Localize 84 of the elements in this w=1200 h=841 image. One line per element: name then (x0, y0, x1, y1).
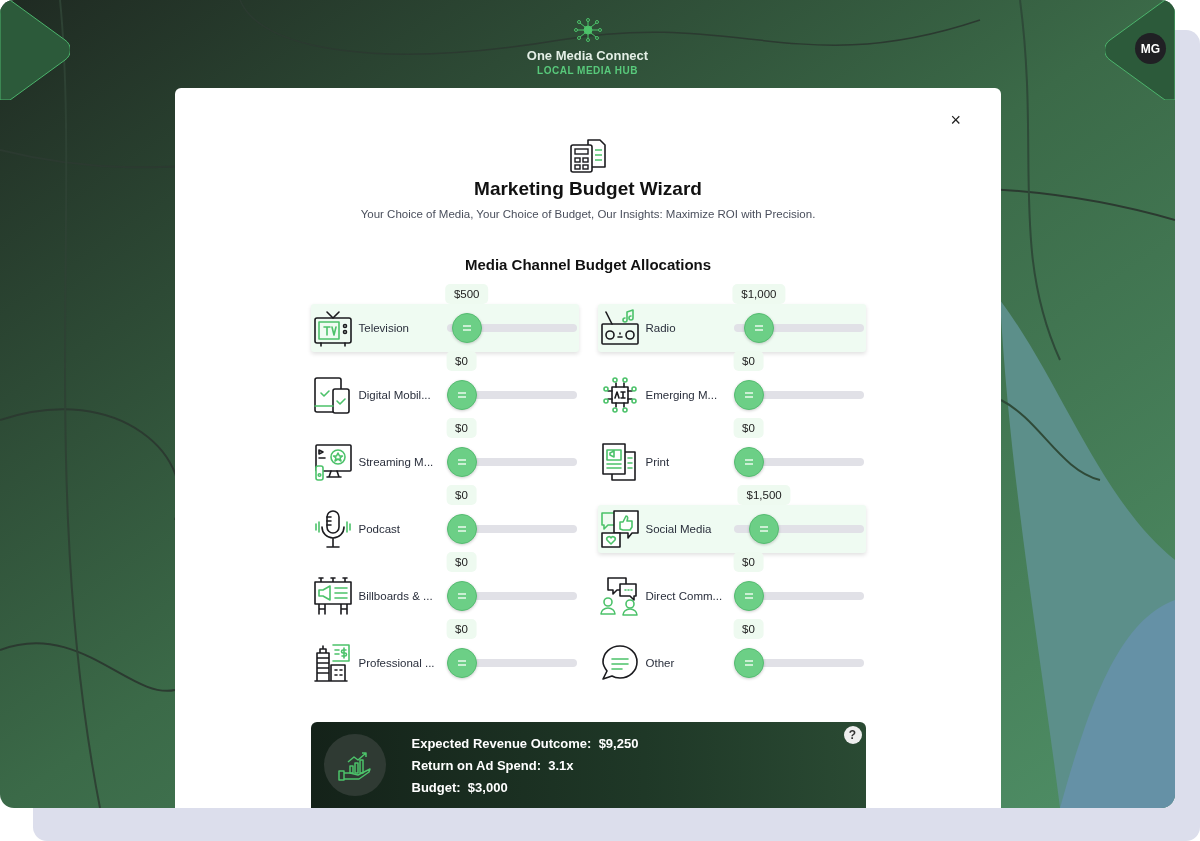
monitor-icon (312, 442, 353, 482)
budget-slider[interactable] (446, 447, 577, 477)
slider-thumb[interactable] (733, 648, 764, 678)
budget-slider[interactable] (733, 648, 864, 678)
slider-thumb[interactable] (749, 514, 780, 544)
slider-thumb[interactable] (743, 313, 774, 343)
grip-icon (457, 392, 466, 398)
people-chat-icon (599, 576, 640, 616)
channel-label: Other (645, 657, 676, 669)
amount-tooltip: $0 (733, 552, 764, 572)
channel-label: Professional ... (358, 657, 436, 669)
grip-icon (744, 593, 753, 599)
speech-bubbles-icon (599, 509, 640, 549)
amount-tooltip: $1,500 (737, 485, 791, 505)
amount-tooltip: $0 (446, 619, 477, 639)
app-title: One Media Connect (526, 48, 649, 63)
slider-thumb[interactable] (733, 447, 764, 477)
slider-thumb[interactable] (446, 380, 477, 410)
slider-thumb[interactable] (446, 648, 477, 678)
grip-icon (457, 526, 466, 532)
budget-slider[interactable] (446, 313, 577, 343)
section-heading: Media Channel Budget Allocations (464, 256, 712, 273)
billboard-icon (312, 576, 353, 616)
slider-thumb[interactable] (451, 313, 482, 343)
budget-slider[interactable] (446, 380, 577, 410)
budget-slider[interactable] (733, 313, 864, 343)
channel-label: Radio (645, 322, 677, 334)
devices-icon (312, 375, 353, 415)
budget-slider[interactable] (733, 514, 864, 544)
grip-icon (754, 325, 763, 331)
channel-label: Emerging M... (645, 389, 719, 401)
amount-tooltip: $0 (733, 351, 764, 371)
network-logo-icon (572, 18, 603, 42)
slider-thumb[interactable] (446, 447, 477, 477)
close-button[interactable]: × (946, 110, 965, 130)
summary-line: Expected Revenue Outcome: $9,250 (411, 735, 639, 751)
channel-label: Digital Mobil... (358, 389, 432, 401)
grip-icon (457, 459, 466, 465)
buildings-icon (312, 643, 353, 683)
amount-tooltip: $0 (733, 619, 764, 639)
channel-label: Print (645, 456, 671, 468)
slider-thumb[interactable] (446, 514, 477, 544)
grip-icon (760, 526, 769, 532)
grip-icon (457, 660, 466, 666)
amount-tooltip: $0 (733, 418, 764, 438)
app-subtitle: LOCAL MEDIA HUB (537, 65, 638, 76)
hand-chart-icon (337, 749, 372, 781)
budget-slider[interactable] (733, 447, 864, 477)
microphone-icon (312, 509, 353, 549)
summary-line: Return on Ad Spend: 3.1x (411, 757, 575, 773)
summary-line: Budget: $3,000 (411, 779, 509, 795)
channel-label: Television (358, 322, 410, 334)
budget-slider[interactable] (733, 581, 864, 611)
grip-icon (457, 593, 466, 599)
budget-slider[interactable] (446, 648, 577, 678)
dialog-tagline: Your Choice of Media, Your Choice of Budget, Our Insights: Maximize ROI with Precision. (360, 208, 816, 220)
channel-label: Social Media (645, 523, 713, 535)
grip-icon (744, 459, 753, 465)
amount-tooltip: $0 (446, 552, 477, 572)
budget-slider[interactable] (733, 380, 864, 410)
channel-label: Billboards & ... (358, 590, 434, 602)
amount-tooltip: $0 (446, 351, 477, 371)
channel-label: Streaming M... (358, 456, 435, 468)
grip-icon (462, 325, 471, 331)
grip-icon (744, 660, 753, 666)
side-tab[interactable] (0, 0, 70, 100)
budget-slider[interactable] (446, 514, 577, 544)
speech-bubble-icon (599, 643, 640, 683)
tv-icon (312, 308, 353, 348)
grip-icon (744, 392, 753, 398)
amount-tooltip: $0 (446, 418, 477, 438)
dialog-title: Marketing Budget Wizard (474, 178, 702, 200)
calculator-document-icon (568, 138, 608, 174)
slider-thumb[interactable] (446, 581, 477, 611)
radio-icon (599, 308, 640, 348)
slider-thumb[interactable] (733, 581, 764, 611)
channel-label: Direct Comm... (645, 590, 724, 602)
amount-tooltip: $500 (444, 284, 489, 304)
budget-slider[interactable] (446, 581, 577, 611)
amount-tooltip: $1,000 (732, 284, 786, 304)
amount-tooltip: $0 (446, 485, 477, 505)
channel-label: Podcast (358, 523, 402, 535)
help-button[interactable]: ? (843, 726, 862, 744)
slider-thumb[interactable] (733, 380, 764, 410)
